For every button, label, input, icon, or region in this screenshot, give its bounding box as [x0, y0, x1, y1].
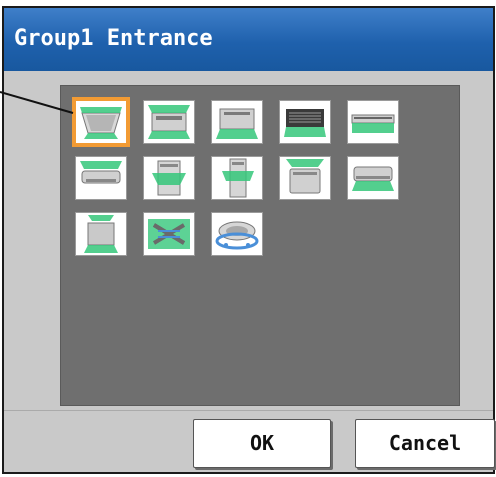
- ceiling-concealed-slim-icon[interactable]: [347, 100, 399, 144]
- icon-grid-panel: [60, 85, 460, 406]
- dialog-body: OK Cancel: [4, 71, 495, 472]
- icon-select-dialog: Group1 Entrance OK Cancel: [2, 6, 495, 474]
- floor-standing-tall-icon[interactable]: [211, 156, 263, 200]
- cancel-button[interactable]: Cancel: [355, 419, 495, 468]
- ceiling-suspended-icon[interactable]: [75, 156, 127, 200]
- floor-standing-icon[interactable]: [143, 156, 195, 200]
- floor-console-icon[interactable]: [279, 156, 331, 200]
- wall-mounted-icon[interactable]: [347, 156, 399, 200]
- title-bar: Group1 Entrance: [4, 8, 493, 71]
- 1-way-cassette-icon[interactable]: [211, 100, 263, 144]
- ok-button[interactable]: OK: [193, 419, 331, 468]
- 4-way-cassette-icon[interactable]: [72, 97, 130, 147]
- floor-concealed-icon[interactable]: [75, 212, 127, 256]
- footer-divider: [4, 410, 493, 411]
- dialog-title: Group1 Entrance: [14, 26, 213, 51]
- ceiling-cassette-icon[interactable]: [143, 100, 195, 144]
- ceiling-concealed-duct-icon[interactable]: [279, 100, 331, 144]
- heat-exchanger-ventilation-icon[interactable]: [143, 212, 195, 256]
- round-flow-cassette-icon[interactable]: [211, 212, 263, 256]
